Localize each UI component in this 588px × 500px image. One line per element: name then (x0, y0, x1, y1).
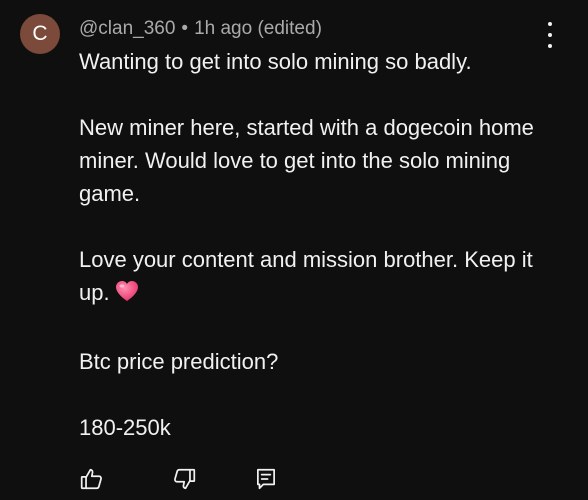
author-handle[interactable]: @clan_360 (79, 18, 175, 39)
reply-icon[interactable] (252, 464, 280, 494)
comment-paragraph: Wanting to get into solo mining so badly… (79, 49, 472, 74)
comment-body: Wanting to get into solo mining so badly… (79, 45, 549, 444)
thumbs-down-icon[interactable] (170, 464, 198, 494)
comment-header: @clan_360 • 1h ago (edited) (79, 16, 322, 42)
comment-paragraph-text: Love your content and mission brother. K… (79, 247, 533, 305)
comment-paragraph: Btc price prediction? (79, 349, 279, 374)
thumbs-up-icon[interactable] (78, 464, 106, 494)
comment-actions (0, 464, 588, 494)
more-dot (548, 33, 552, 37)
avatar[interactable]: C (20, 14, 60, 54)
comment-timestamp[interactable]: 1h ago (edited) (194, 18, 322, 39)
comment-paragraph: New miner here, started with a dogecoin … (79, 115, 534, 206)
comment-paragraph: 180-250k (79, 415, 171, 440)
heart-emoji-icon (114, 279, 140, 312)
more-dot (548, 22, 552, 26)
header-separator: • (181, 18, 189, 39)
comment-paragraph: Love your content and mission brother. K… (79, 243, 549, 312)
avatar-letter: C (32, 22, 48, 45)
